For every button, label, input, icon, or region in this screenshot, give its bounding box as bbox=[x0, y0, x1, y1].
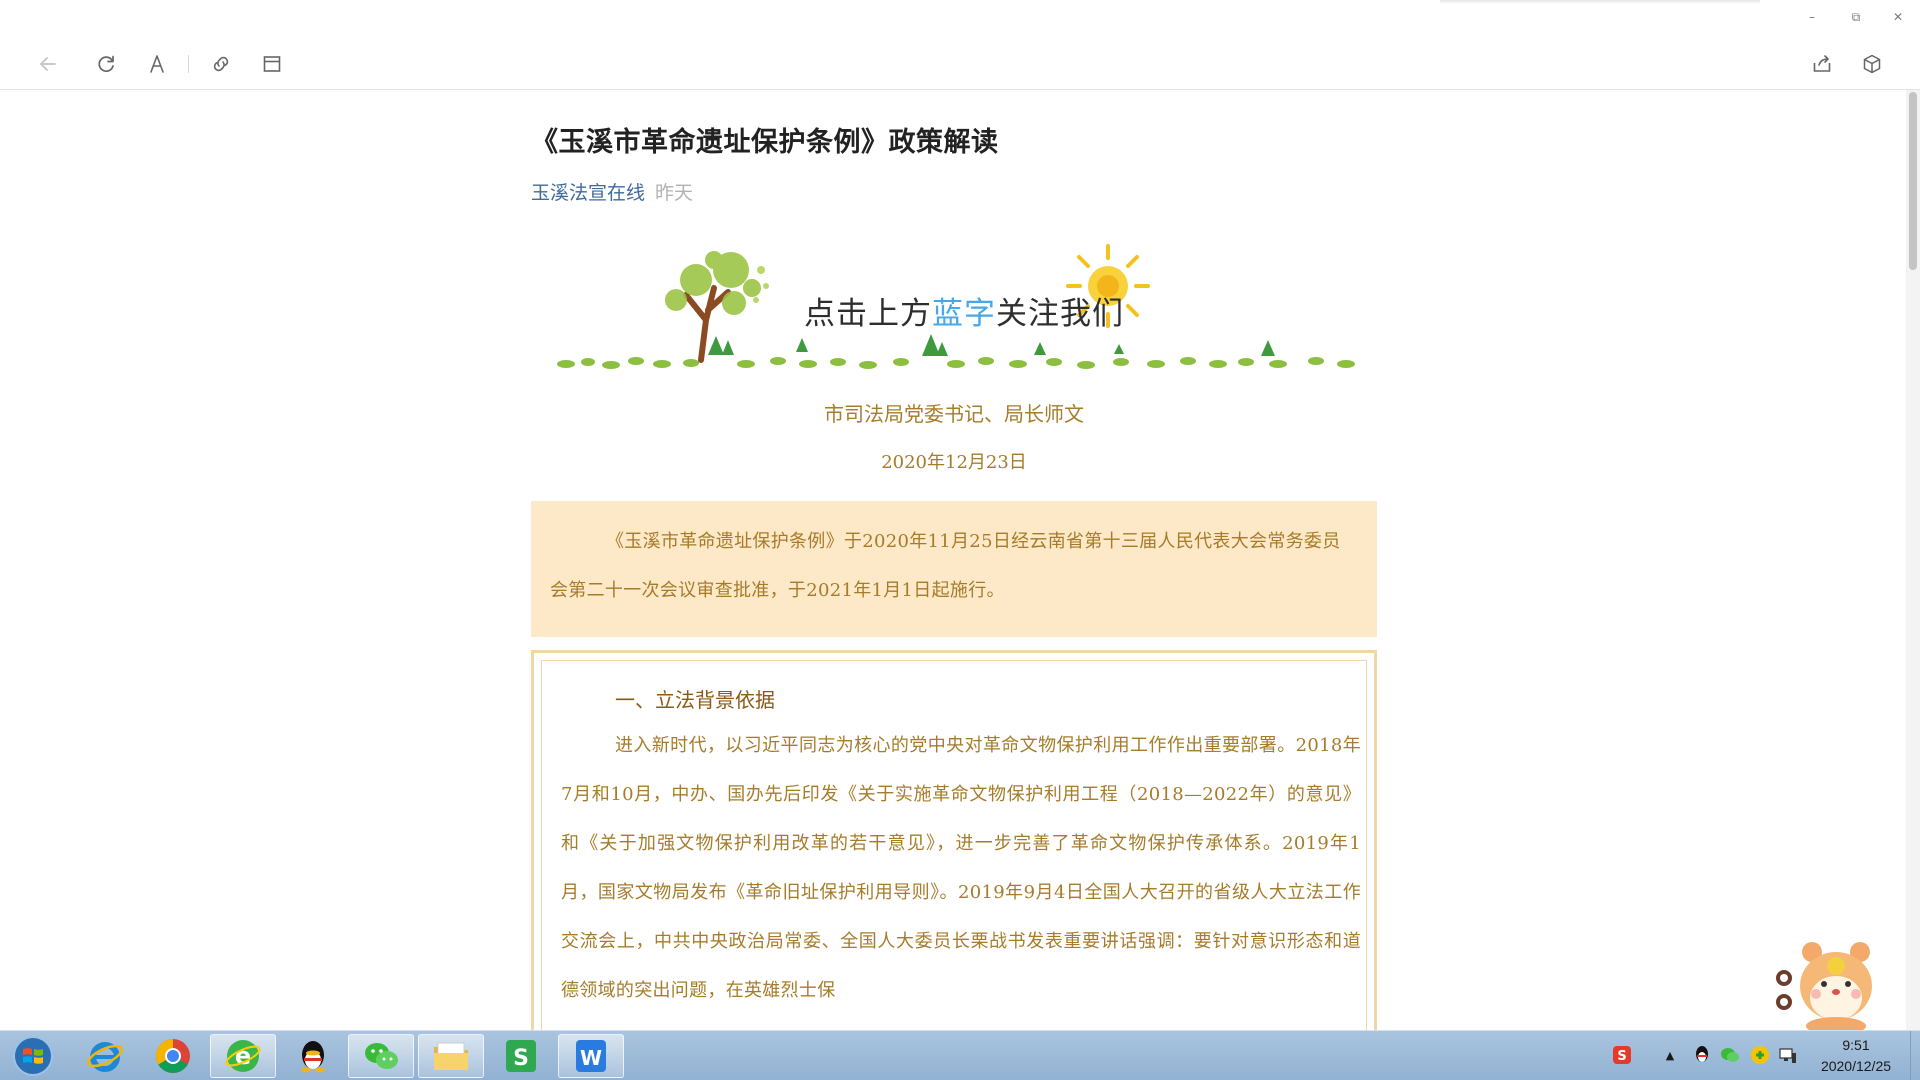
internet-explorer-icon bbox=[87, 1042, 123, 1072]
section-body: 进入新时代，以习近平同志为核心的党中央对革命文物保护利用工作作出重要部署。201… bbox=[561, 735, 1361, 1001]
taskbar-internet-explorer[interactable] bbox=[72, 1034, 138, 1078]
vertical-scrollbar[interactable] bbox=[1906, 90, 1920, 1030]
summary-text: 《玉溪市革命遗址保护条例》于2020年11月25日经云南省第十三届人民代表大会常… bbox=[550, 531, 1341, 601]
byline-date: 2020年12月23日 bbox=[881, 452, 1027, 473]
taskbar-file-explorer[interactable] bbox=[418, 1034, 484, 1078]
start-button[interactable] bbox=[6, 1033, 60, 1079]
cube-button[interactable] bbox=[1858, 50, 1886, 78]
banner-text-accent: 蓝字 bbox=[932, 296, 996, 332]
tray-network[interactable] bbox=[1778, 1045, 1798, 1065]
follow-us-banner: 点击上方蓝字关注我们 bbox=[556, 240, 1356, 380]
reader-toolbar bbox=[0, 36, 1920, 90]
show-desktop-button[interactable] bbox=[1910, 1031, 1920, 1080]
windows-taskbar: e S W S ▲ 9:51 2020/12/25 bbox=[0, 1030, 1920, 1080]
article-meta: 玉溪法宣在线 昨天 bbox=[531, 178, 693, 205]
article-title: 《玉溪市革命遗址保护条例》政策解读 bbox=[531, 127, 999, 158]
publish-date: 昨天 bbox=[655, 182, 694, 204]
section-heading: 一、立法背景依据 bbox=[615, 688, 775, 712]
clock-date: 2020/12/25 bbox=[1820, 1058, 1892, 1074]
byline: 市司法局党委书记、局长师文 bbox=[824, 402, 1084, 426]
wechat-icon bbox=[365, 1043, 398, 1069]
banner-text-before: 点击上方 bbox=[804, 296, 932, 332]
summary-box: 《玉溪市革命遗址保护条例》于2020年11月25日经云南省第十三届人民代表大会常… bbox=[531, 501, 1377, 637]
share-icon bbox=[1813, 55, 1831, 72]
share-button[interactable] bbox=[1808, 50, 1836, 78]
section-inner-frame: 一、立法背景依据 进入新时代，以习近平同志为核心的党中央对革命文物保护利用工作作… bbox=[541, 660, 1367, 1030]
follow-us-text: 点击上方蓝字关注我们 bbox=[804, 288, 1124, 333]
back-arrow-icon bbox=[40, 57, 56, 71]
qq-tray-icon bbox=[1696, 1046, 1708, 1062]
clock-time: 9:51 bbox=[1842, 1037, 1870, 1053]
open-window-icon bbox=[263, 56, 281, 72]
hamster-mascot-icon bbox=[1776, 942, 1872, 1035]
security-tray-icon bbox=[1751, 1046, 1769, 1064]
author-link[interactable]: 玉溪法宣在线 bbox=[531, 182, 645, 204]
windows-start-icon bbox=[13, 1036, 53, 1076]
close-button[interactable]: ✕ bbox=[1880, 6, 1916, 28]
taskbar-clock[interactable]: 9:51 2020/12/25 bbox=[1808, 1035, 1904, 1077]
browser-e-icon: e bbox=[225, 1040, 261, 1072]
tray-sogou-ime[interactable]: S bbox=[1612, 1045, 1632, 1065]
taskbar-qq[interactable] bbox=[280, 1034, 346, 1078]
refresh-button[interactable] bbox=[92, 50, 120, 78]
taskbar-wps-spreadsheet[interactable]: S bbox=[488, 1034, 554, 1078]
copy-link-icon bbox=[213, 56, 229, 72]
network-icon bbox=[1779, 1048, 1796, 1063]
toolbar-separator bbox=[188, 55, 189, 73]
wps-w-letter: W bbox=[580, 1046, 602, 1070]
banner-text-after: 关注我们 bbox=[996, 296, 1124, 332]
chrome-icon bbox=[156, 1039, 190, 1073]
tray-qq[interactable] bbox=[1692, 1045, 1712, 1065]
qq-icon bbox=[301, 1041, 325, 1073]
window-titlebar: – ⧉ ✕ bbox=[0, 0, 1920, 36]
tray-security[interactable] bbox=[1750, 1045, 1770, 1065]
sogou-ime-icon: S bbox=[1613, 1046, 1631, 1064]
wps-s-letter: S bbox=[513, 1046, 529, 1071]
section-frame: 一、立法背景依据 进入新时代，以习近平同志为核心的党中央对革命文物保护利用工作作… bbox=[531, 650, 1377, 1030]
font-size-button[interactable] bbox=[143, 50, 171, 78]
copy-link-button[interactable] bbox=[207, 50, 235, 78]
sogou-letter: S bbox=[1617, 1049, 1626, 1064]
taskbar-browser-e[interactable]: e bbox=[210, 1034, 276, 1078]
file-explorer-icon bbox=[434, 1042, 468, 1070]
wechat-tray-icon bbox=[1721, 1048, 1739, 1062]
taskbar-chrome[interactable] bbox=[140, 1034, 206, 1078]
titlebar-shadow bbox=[1440, 0, 1760, 4]
tray-expand-icon[interactable]: ▲ bbox=[1660, 1045, 1680, 1065]
wps-spreadsheet-icon: S bbox=[506, 1040, 536, 1072]
taskbar-wechat[interactable] bbox=[348, 1034, 414, 1078]
refresh-icon bbox=[98, 55, 114, 72]
taskbar-wps-writer[interactable]: W bbox=[558, 1034, 624, 1078]
floating-mascot[interactable] bbox=[1768, 940, 1878, 1038]
wps-writer-icon: W bbox=[576, 1040, 606, 1072]
minimize-button[interactable]: – bbox=[1794, 6, 1830, 28]
font-size-icon bbox=[150, 55, 164, 73]
tray-wechat[interactable] bbox=[1720, 1045, 1740, 1065]
back-button[interactable] bbox=[34, 50, 62, 78]
cube-icon bbox=[1863, 54, 1881, 74]
open-in-window-button[interactable] bbox=[258, 50, 286, 78]
article-viewport[interactable]: 《玉溪市革命遗址保护条例》政策解读 玉溪法宣在线 昨天 点击上方蓝字关注我们 市… bbox=[0, 90, 1906, 1030]
restore-button[interactable]: ⧉ bbox=[1838, 6, 1874, 28]
screen: – ⧉ ✕ 《玉溪市革命遗址保护条例》政策解读 玉溪法宣在线 昨天 点击上方蓝字… bbox=[0, 0, 1920, 1080]
scrollbar-thumb[interactable] bbox=[1909, 92, 1917, 270]
svg-text:e: e bbox=[235, 1042, 251, 1070]
